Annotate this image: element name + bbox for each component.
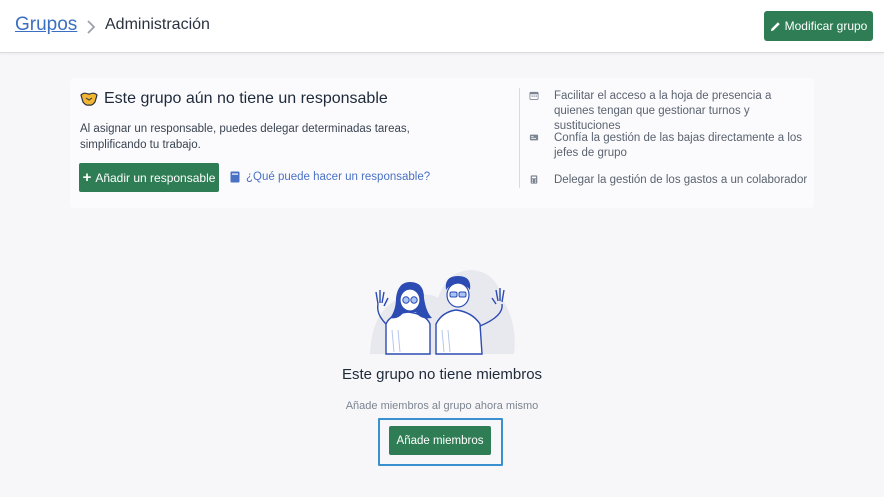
empty-state-subtitle: Añade miembros al grupo ahora mismo [345, 400, 539, 412]
plus-icon: + [82, 169, 92, 186]
add-responsible-button[interactable]: + Añadir un responsable [79, 163, 219, 192]
responsible-help-label: ¿Qué puede hacer un responsable? [246, 171, 431, 183]
card-divider [519, 88, 520, 188]
responsible-description: Al asignar un responsable, puedes delega… [80, 123, 410, 151]
edit-group-label: Modificar grupo [784, 19, 868, 33]
book-icon [230, 171, 240, 183]
responsible-help-link[interactable]: ¿Qué puede hacer un responsable? [230, 171, 430, 183]
feature-text: Confía la gestión de las bajas directame… [554, 132, 803, 159]
edit-group-button[interactable]: Modificar grupo [764, 11, 873, 41]
breadcrumb-current: Administración [105, 16, 210, 33]
feature-item-timesheet: Facilitar el acceso a la hoja de presenc… [528, 89, 808, 134]
add-members-button[interactable]: Añade miembros [389, 426, 491, 455]
calendar-icon [529, 91, 539, 100]
calculator-icon [530, 175, 538, 184]
feature-item-expenses: Delegar la gestión de los gastos a un co… [528, 173, 808, 188]
top-header: Grupos Administración Modificar grupo [0, 0, 884, 53]
feature-text: Facilitar el acceso a la hoja de presenc… [554, 90, 772, 132]
breadcrumb-groups-link[interactable]: Grupos [15, 14, 77, 36]
id-card-icon [529, 134, 539, 141]
responsible-title-text: Este grupo aún no tiene un responsable [104, 90, 388, 107]
chevron-right-icon [87, 20, 96, 34]
feature-item-absences: Confía la gestión de las bajas directame… [528, 131, 808, 161]
feature-text: Delegar la gestión de los gastos a un co… [554, 174, 808, 186]
add-responsible-label: Añadir un responsable [95, 170, 216, 185]
pencil-icon [770, 21, 780, 31]
team-illustration [370, 270, 515, 355]
handshake-icon [80, 92, 98, 106]
empty-state-title: Este grupo no tiene miembros [341, 366, 543, 383]
responsible-card-title: Este grupo aún no tiene un responsable [80, 90, 388, 108]
